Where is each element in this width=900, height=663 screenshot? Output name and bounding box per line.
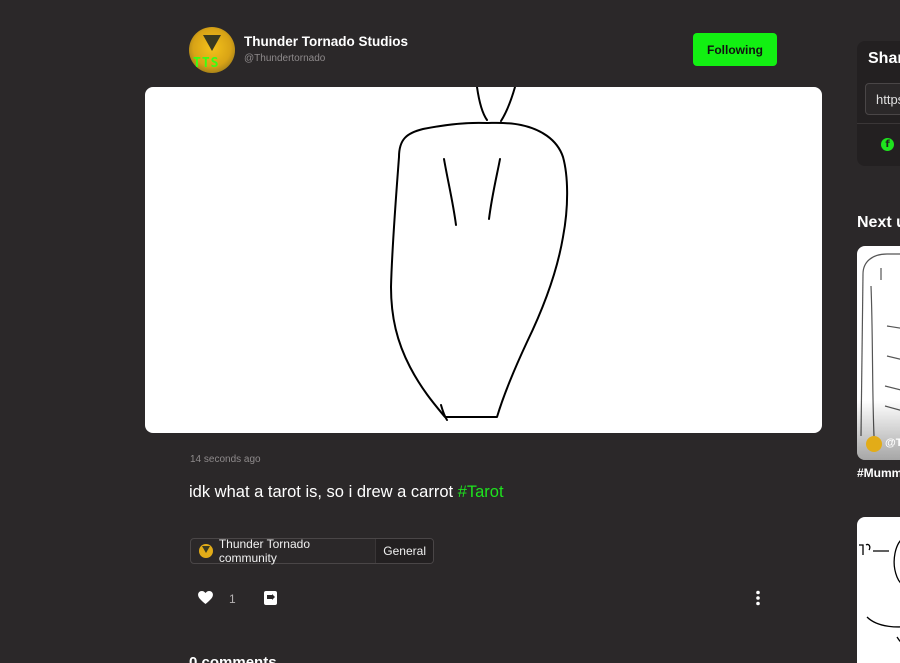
post-caption: idk what a tarot is, so i drew a carrot … — [189, 483, 504, 502]
post-timestamp: 14 seconds ago — [190, 454, 261, 465]
next-up-drawing-2 — [859, 540, 900, 643]
share-divider — [857, 123, 900, 124]
community-chip[interactable]: Thunder Tornado community General — [190, 537, 434, 565]
post-drawing[interactable] — [145, 87, 822, 433]
community-category[interactable]: General — [375, 539, 433, 563]
more-options-icon[interactable] — [755, 590, 761, 611]
next-up-thumbnail-1[interactable]: @T — [857, 246, 900, 460]
caption-text: idk what a tarot is, so i drew a carrot — [189, 483, 458, 501]
next-up-avatar-1 — [866, 436, 882, 452]
community-avatar — [199, 544, 213, 558]
comments-heading: 0 comments — [189, 654, 277, 663]
like-count: 1 — [229, 592, 236, 606]
author-handle[interactable]: @Thundertornado — [244, 53, 325, 64]
share-icon[interactable] — [263, 590, 278, 611]
share-card: Share https:// f — [857, 41, 900, 166]
next-up-handle-1: @T — [885, 437, 900, 449]
author-avatar[interactable]: TTS — [189, 27, 235, 73]
heart-icon[interactable] — [198, 591, 213, 609]
share-title: Share — [868, 50, 900, 67]
caption-hashtag[interactable]: #Tarot — [458, 483, 504, 501]
post-actions: 1 — [190, 586, 770, 610]
community-name[interactable]: Thunder Tornado community — [218, 537, 376, 565]
avatar-text: TTS — [193, 56, 220, 71]
next-up-thumbnail-2[interactable] — [857, 517, 900, 663]
post-header: TTS Thunder Tornado Studios @Thundertorn… — [189, 27, 779, 73]
next-up-title: Next up — [857, 214, 900, 231]
facebook-icon[interactable]: f — [881, 138, 894, 151]
following-button[interactable]: Following — [693, 33, 777, 66]
next-up-caption-1[interactable]: #Mumm — [857, 466, 900, 480]
author-name[interactable]: Thunder Tornado Studios — [244, 34, 408, 49]
carrot-drawing — [390, 87, 569, 421]
avatar-triangle — [203, 35, 221, 51]
share-url-field[interactable]: https:// — [865, 83, 900, 115]
thumbnail-fade — [857, 400, 900, 460]
